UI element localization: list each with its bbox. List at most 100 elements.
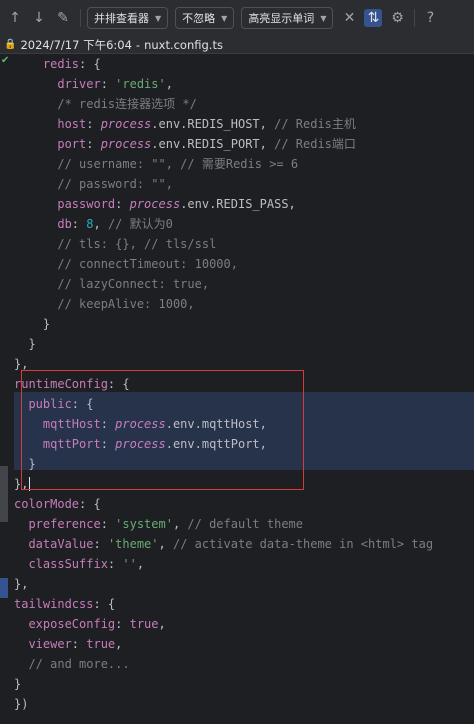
code-line[interactable]: db: 8, // 默认为0 (14, 214, 433, 234)
code-token: /* redis连接器选项 */ (14, 97, 197, 111)
sync-scroll-icon[interactable]: ⇅ (364, 9, 383, 27)
code-token: // default theme (187, 517, 303, 531)
code-line[interactable]: // keepAlive: 1000, (14, 294, 433, 314)
highlight-mode-label: 高亮显示单词 (248, 12, 315, 25)
arrow-down-icon[interactable]: ↓ (30, 9, 48, 27)
code-line[interactable]: }, (14, 574, 433, 594)
code-line[interactable]: } (14, 314, 433, 334)
ignore-mode-dropdown[interactable]: 不忽略 ▼ (175, 7, 235, 29)
code-token: .env.REDIS_PASS, (180, 197, 296, 211)
code-token: // tls: {}, // tls/ssl (14, 237, 217, 251)
code-token: : { (79, 57, 101, 71)
code-line[interactable]: redis: { (14, 54, 433, 74)
code-line[interactable]: password: process.env.REDIS_PASS, (14, 194, 433, 214)
code-token: // connectTimeout: 10000, (14, 257, 238, 271)
code-line[interactable]: classSuffix: '', (14, 554, 433, 574)
code-token: process (100, 117, 152, 131)
code-token: // 默认为0 (107, 217, 173, 231)
code-line[interactable]: // username: "", // 需要Redis >= 6 (14, 154, 433, 174)
viewer-mode-label: 并排查看器 (94, 12, 149, 25)
code-token: host (14, 117, 87, 131)
text-cursor (29, 477, 31, 491)
code-token: process (100, 137, 152, 151)
code-token: , (158, 617, 166, 631)
code-line[interactable]: } (14, 674, 433, 694)
code-line[interactable]: // connectTimeout: 10000, (14, 254, 433, 274)
code-token: // username: "", // 需要Redis >= 6 (14, 157, 299, 171)
code-token: viewer (14, 637, 72, 651)
arrow-up-icon[interactable]: ↑ (6, 9, 24, 27)
code-token: redis (14, 57, 80, 71)
code-token: process (129, 197, 181, 211)
code-token: // keepAlive: 1000, (14, 297, 195, 311)
code-line[interactable]: }, (14, 354, 433, 374)
toolbar-divider (414, 9, 416, 27)
code-line[interactable]: // tls: {}, // tls/ssl (14, 234, 433, 254)
code-token: : (100, 517, 116, 531)
code-token: .env.REDIS_PORT, (151, 137, 275, 151)
code-token: , (136, 557, 145, 571)
code-editor[interactable]: ✔ redis: { driver: 'redis', /* redis连接器选… (0, 54, 474, 724)
help-icon[interactable]: ? (421, 9, 439, 27)
code-token: public (14, 397, 72, 411)
code-token: 'system' (115, 517, 173, 531)
code-token: // password: "", (14, 177, 173, 191)
code-token: : (115, 617, 130, 631)
revision-timestamp: 2024/7/17 下午6:04 (20, 37, 132, 52)
code-line[interactable]: mqttPort: process.env.mqttPort, (14, 434, 433, 454)
code-token: } (14, 457, 36, 471)
code-token: : { (71, 397, 94, 411)
collapse-icon[interactable]: ✕ (340, 9, 358, 27)
gutter-change-marker (0, 466, 8, 522)
code-token: // Redis端口 (274, 137, 356, 151)
code-token: , (158, 537, 173, 551)
code-line[interactable]: host: process.env.REDIS_HOST, // Redis主机 (14, 114, 433, 134)
code-line[interactable]: tailwindcss: { (14, 594, 433, 614)
code-line[interactable]: runtimeConfig: { (14, 374, 433, 394)
code-token: : { (107, 377, 130, 391)
diff-toolbar: ↑ ↓ ✎ 并排查看器 ▼ 不忽略 ▼ 高亮显示单词 ▼ ✕ ⇅ ⚙ ? (0, 0, 474, 36)
code-line[interactable]: public: { (14, 394, 433, 414)
chevron-down-icon: ▼ (221, 13, 228, 23)
code-token: mqttHost (14, 417, 101, 431)
code-line[interactable]: dataValue: 'theme', // activate data-the… (14, 534, 433, 554)
code-token: }, (14, 357, 29, 371)
code-line[interactable]: /* redis连接器选项 */ (14, 94, 433, 114)
code-line[interactable]: driver: 'redis', (14, 74, 433, 94)
gutter-change-marker (0, 578, 8, 598)
code-line[interactable]: mqttHost: process.env.mqttHost, (14, 414, 433, 434)
code-line[interactable]: exposeConfig: true, (14, 614, 433, 634)
code-token: : (86, 117, 101, 131)
code-token: classSuffix (14, 557, 108, 571)
code-token: : (100, 417, 116, 431)
code-content[interactable]: redis: { driver: 'redis', /* redis连接器选项 … (14, 54, 433, 714)
code-token: driver (14, 77, 101, 91)
code-line[interactable]: viewer: true, (14, 634, 433, 654)
gear-icon[interactable]: ⚙ (388, 9, 406, 27)
code-token: , (172, 517, 188, 531)
code-line[interactable]: port: process.env.REDIS_PORT, // Redis端口 (14, 134, 433, 154)
pencil-icon[interactable]: ✎ (54, 9, 72, 27)
highlight-mode-dropdown[interactable]: 高亮显示单词 ▼ (241, 7, 334, 29)
code-token: colorMode (14, 497, 80, 511)
code-line[interactable]: // and more... (14, 654, 433, 674)
code-line[interactable]: } (14, 454, 433, 474)
code-token: : (100, 77, 116, 91)
code-line[interactable]: }, (14, 474, 433, 494)
code-token: }, (14, 577, 29, 591)
code-line[interactable]: }) (14, 694, 433, 714)
code-token: : (93, 537, 108, 551)
code-line[interactable]: } (14, 334, 433, 354)
code-line[interactable]: preference: 'system', // default theme (14, 514, 433, 534)
code-line[interactable]: // password: "", (14, 174, 433, 194)
code-token: : (107, 557, 123, 571)
code-token: : (100, 437, 116, 451)
code-token: : { (93, 597, 116, 611)
code-line[interactable]: // lazyConnect: true, (14, 274, 433, 294)
file-header: 🔒 2024/7/17 下午6:04 - nuxt.config.ts (0, 36, 474, 54)
code-token: } (14, 337, 36, 351)
viewer-mode-dropdown[interactable]: 并排查看器 ▼ (87, 7, 169, 29)
code-token: preference (14, 517, 101, 531)
code-token: // activate data-theme in <html> tag (172, 537, 434, 551)
code-line[interactable]: colorMode: { (14, 494, 433, 514)
